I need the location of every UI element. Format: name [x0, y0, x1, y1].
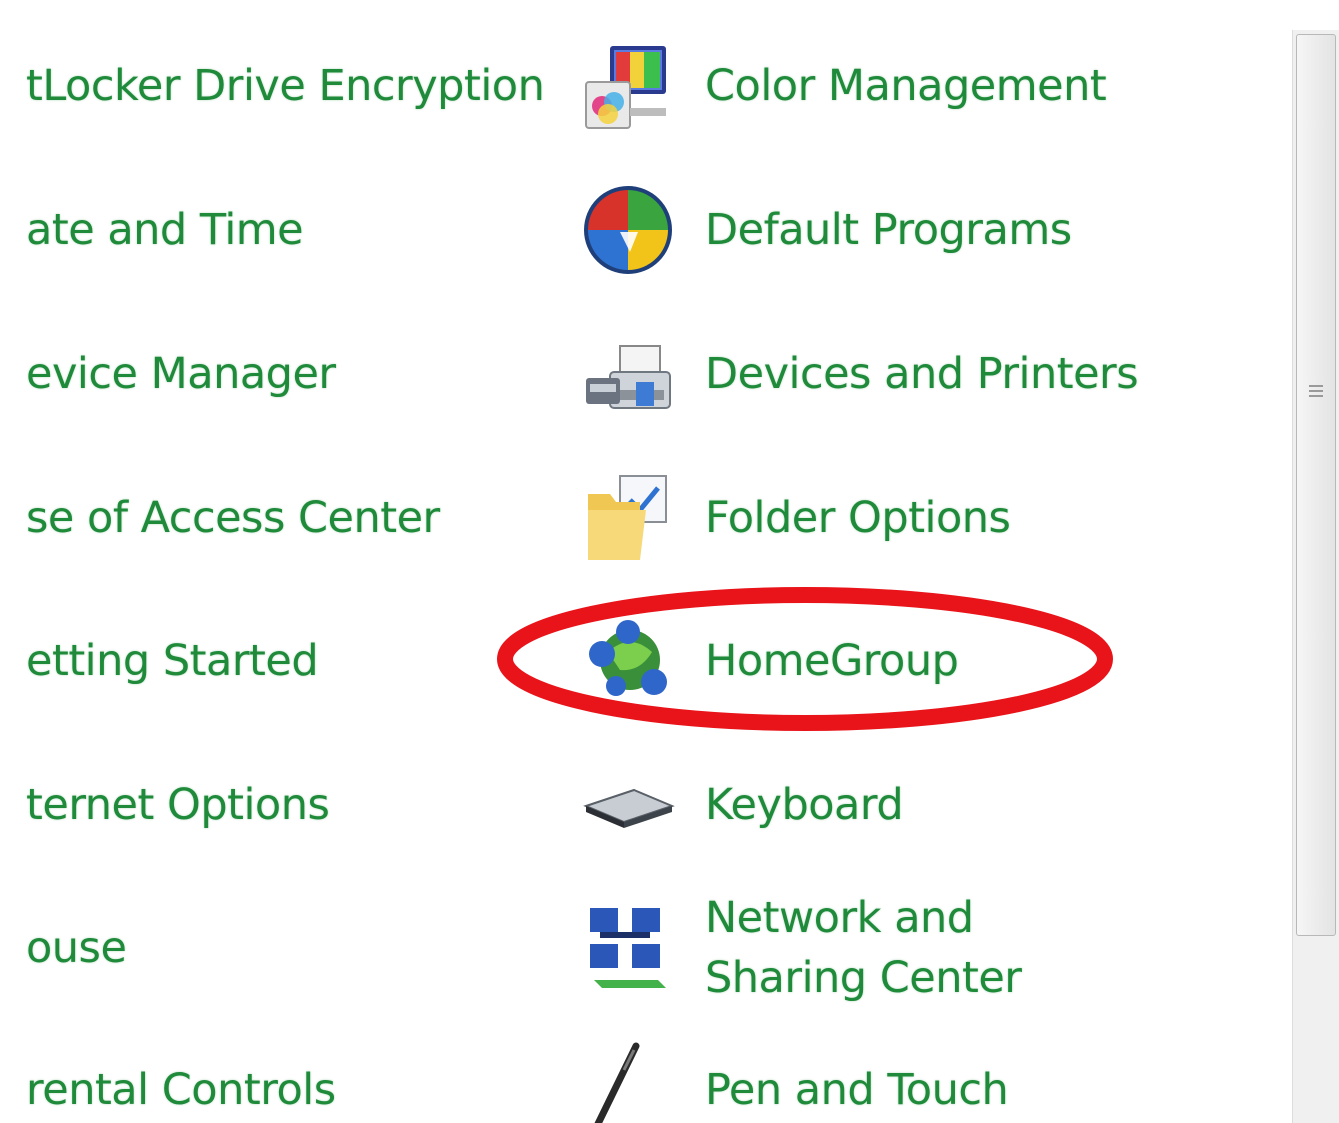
default-programs-icon[interactable] — [580, 182, 676, 278]
right-item-pen-touch[interactable]: Pen and Touch — [705, 1060, 1009, 1120]
scrollbar-grip-icon — [1309, 382, 1323, 402]
right-item-keyboard[interactable]: Keyboard — [705, 775, 904, 835]
left-item-parental-controls[interactable]: rental Controls — [26, 1060, 336, 1120]
color-management-icon[interactable] — [580, 40, 676, 136]
left-item-mouse[interactable]: ouse — [26, 918, 127, 978]
right-item-color-management[interactable]: Color Management — [705, 56, 1107, 116]
left-item-ease-of-access[interactable]: se of Access Center — [26, 488, 440, 548]
right-item-devices-printers[interactable]: Devices and Printers — [705, 344, 1139, 404]
pen-touch-icon[interactable] — [580, 1040, 676, 1123]
left-item-bitlocker[interactable]: tLocker Drive Encryption — [26, 56, 545, 116]
right-item-default-programs[interactable]: Default Programs — [705, 200, 1072, 260]
right-item-network-sharing[interactable]: Network and Sharing Center — [705, 888, 1145, 1008]
homegroup-icon[interactable] — [580, 612, 676, 708]
left-item-getting-started[interactable]: etting Started — [26, 631, 319, 691]
left-item-device-manager[interactable]: evice Manager — [26, 344, 336, 404]
network-sharing-icon[interactable] — [580, 898, 676, 994]
right-item-homegroup[interactable]: HomeGroup — [705, 631, 959, 691]
left-item-date-time[interactable]: ate and Time — [26, 200, 304, 260]
right-item-folder-options[interactable]: Folder Options — [705, 488, 1011, 548]
keyboard-icon[interactable] — [580, 756, 676, 852]
left-item-internet-options[interactable]: ternet Options — [26, 775, 330, 835]
folder-options-icon[interactable] — [580, 470, 676, 566]
scrollbar-thumb[interactable] — [1296, 34, 1336, 936]
devices-printers-icon[interactable] — [580, 326, 676, 422]
